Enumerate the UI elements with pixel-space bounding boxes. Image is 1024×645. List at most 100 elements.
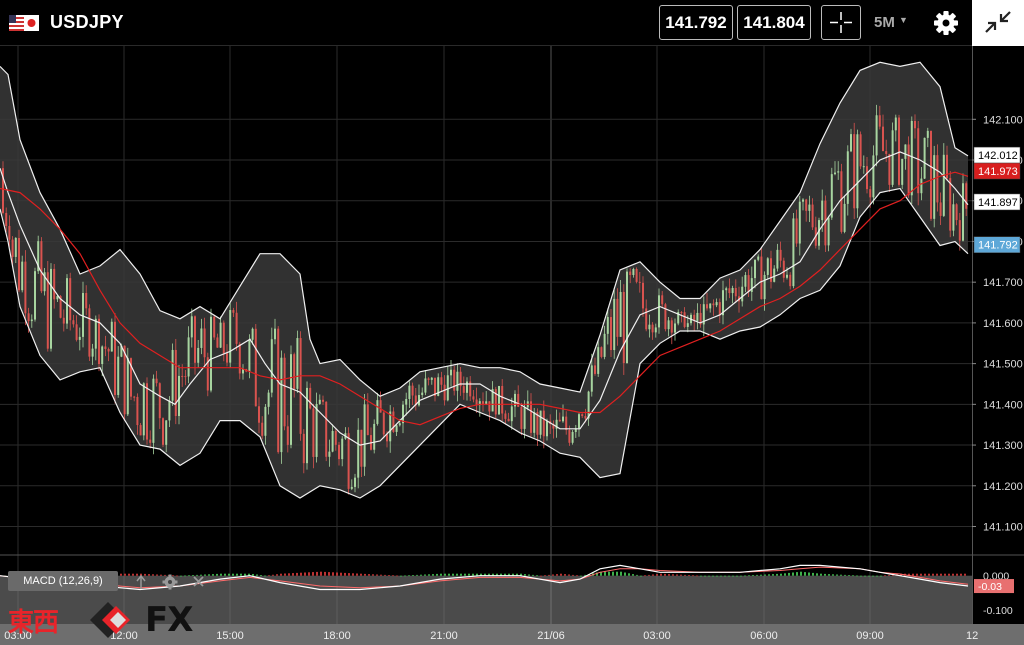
price-chart[interactable]: 142.100142.000141.900141.800141.700141.6… [0, 46, 1024, 645]
candle-body [584, 416, 587, 419]
candle-body [859, 134, 862, 167]
macd-histogram-bar [388, 575, 390, 576]
y-tick-label: 141.100 [983, 521, 1023, 533]
candle-body [821, 200, 824, 221]
gear-icon[interactable] [162, 574, 178, 590]
candle-body [725, 288, 728, 291]
macd-histogram-bar [948, 573, 950, 576]
macd-histogram-bar [760, 574, 762, 576]
candle-body [622, 291, 625, 364]
timeframe-label: 5M [874, 14, 895, 31]
timeframe-dropdown[interactable]: 5M ▼ [874, 14, 908, 31]
macd-histogram-bar [960, 573, 962, 576]
collapse-icon[interactable] [972, 0, 1024, 46]
macd-histogram-bar [292, 573, 294, 576]
candle-body [178, 375, 180, 417]
candle-body [616, 298, 619, 337]
candle-body [331, 430, 334, 452]
band-fill [0, 62, 968, 499]
candle-body [341, 438, 344, 460]
macd-histogram-bar [576, 575, 578, 577]
candle-body [283, 357, 286, 427]
candle-body [357, 429, 360, 478]
candle-body [603, 333, 606, 357]
macd-histogram-bar [616, 571, 618, 576]
candle-body [200, 328, 203, 348]
macd-histogram-bar [756, 574, 758, 576]
candle-body [248, 339, 251, 372]
candle-body [312, 408, 315, 457]
candle-body [165, 420, 168, 445]
candle-body [258, 406, 260, 423]
macd-histogram-bar [284, 573, 286, 576]
candle-body [238, 343, 241, 374]
macd-histogram-bar [252, 573, 254, 576]
candle-body [91, 348, 94, 357]
macd-histogram-bar [264, 575, 266, 577]
candle-body [741, 286, 744, 302]
candle-body [875, 115, 878, 156]
candle-body [734, 288, 737, 297]
candle-body [546, 421, 548, 437]
candle-body [136, 396, 139, 426]
macd-histogram-bar [308, 572, 310, 576]
candle-body [434, 377, 436, 396]
crosshair-icon[interactable] [821, 5, 861, 40]
candle-body [462, 386, 465, 393]
candle-body [216, 337, 219, 348]
macd-histogram-bar [776, 573, 778, 576]
candle-body [101, 346, 104, 365]
candle-body [696, 312, 699, 321]
candle-body [174, 349, 177, 417]
macd-histogram-bar [624, 572, 626, 576]
symbol-title[interactable]: USDJPY [50, 12, 124, 33]
candle-body [27, 313, 30, 322]
candle-body [914, 120, 916, 129]
candle-body [354, 477, 356, 487]
macd-histogram-bar [732, 575, 734, 577]
candle-body [94, 318, 97, 349]
ask-price-button[interactable]: 141.804 [737, 5, 811, 40]
macd-histogram-bar [360, 573, 362, 576]
macd-histogram-bar [684, 574, 686, 576]
brand-watermark: 東西 FX [8, 598, 218, 642]
candle-body [411, 385, 414, 396]
macd-histogram-bar [716, 575, 718, 577]
macd-histogram-bar [832, 574, 834, 576]
macd-histogram-bar [464, 573, 466, 576]
candle-body [181, 375, 184, 377]
candle-body [72, 320, 75, 325]
macd-histogram-bar [680, 574, 682, 576]
candle-body [680, 312, 683, 314]
candle-body [709, 303, 712, 309]
candle-body [862, 166, 865, 168]
y-tick-label: 142.100 [983, 114, 1023, 126]
candle-body [962, 183, 964, 241]
candle-body [152, 378, 155, 443]
macd-histogram-bar [540, 575, 542, 577]
candle-body [229, 310, 232, 363]
close-icon[interactable] [193, 576, 204, 587]
gear-icon[interactable] [931, 8, 961, 38]
candle-body [558, 419, 561, 422]
candle-body [296, 338, 299, 389]
candle-body [373, 423, 376, 450]
arrow-up-icon[interactable] [136, 574, 146, 589]
candle-body [350, 486, 353, 489]
candle-body [18, 237, 20, 291]
candle-body [222, 322, 225, 354]
candle-body [539, 410, 542, 435]
bid-price-button[interactable]: 141.792 [659, 5, 733, 40]
candle-body [5, 212, 8, 226]
candle-body [507, 418, 510, 422]
macd-indicator-label[interactable]: MACD (12,26,9) [8, 571, 118, 591]
candle-body [322, 399, 324, 402]
macd-histogram-bar [664, 573, 666, 576]
candle-body [757, 256, 760, 260]
candle-body [446, 375, 449, 401]
candle-body [510, 406, 513, 422]
us-jp-flag-icon [9, 15, 39, 31]
macd-histogram-bar [836, 574, 838, 576]
candle-body [926, 130, 929, 138]
macd-histogram-bar [444, 573, 446, 576]
